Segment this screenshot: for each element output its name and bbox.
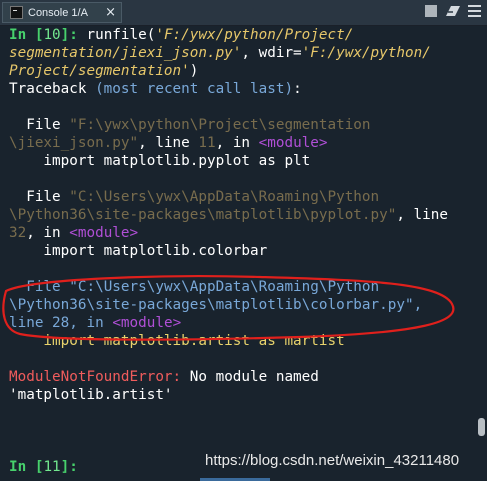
highlighted-line: File "C:\Users\ywx\AppData\Roaming\Pytho… <box>9 279 380 295</box>
console-line: import matplotlib.colorbar <box>9 243 268 259</box>
highlighted-line: import matplotlib.artist as martist <box>9 333 345 349</box>
tab-label: Console 1/A <box>28 6 88 19</box>
stop-icon[interactable] <box>425 5 437 17</box>
close-icon[interactable]: × <box>105 4 116 21</box>
console-line: File "C:\Users\ywx\AppData\Roaming\Pytho… <box>9 189 380 205</box>
console-line: 32, in <module> <box>9 225 139 241</box>
error-line: 'matplotlib.artist' <box>9 387 173 403</box>
scrollbar-thumb[interactable] <box>478 418 485 436</box>
terminal-icon <box>10 6 23 19</box>
tab-console[interactable]: Console 1/A × <box>2 2 122 23</box>
vertical-scrollbar[interactable] <box>476 26 487 481</box>
menu-icon[interactable] <box>468 5 481 17</box>
console-line: segmentation/jiexi_json.py', wdir='F:/yw… <box>9 45 431 61</box>
console-line: Project/segmentation') <box>9 63 199 79</box>
eraser-icon[interactable] <box>446 6 460 16</box>
console-line: File "F:\ywx\python\Project\segmentation <box>9 117 371 133</box>
tab-bar: Console 1/A × <box>0 0 487 26</box>
console-line: import matplotlib.pyplot as plt <box>9 153 311 169</box>
error-line: ModuleNotFoundError: No module named <box>9 369 319 385</box>
console-line: \Python36\site-packages\matplotlib\pyplo… <box>9 207 448 223</box>
console-line: \jiexi_json.py", line 11, in <module> <box>9 135 328 151</box>
console-output[interactable]: In [10]: runfile('F:/ywx/python/Project/… <box>0 26 476 481</box>
watermark: https://blog.csdn.net/weixin_43211480 <box>205 452 460 469</box>
highlighted-line: line 28, in <module> <box>9 315 182 331</box>
highlighted-line: \Python36\site-packages\matplotlib\color… <box>9 297 423 313</box>
traceback-header: Traceback (most recent call last): <box>9 81 302 97</box>
console-line: In [10]: runfile('F:/ywx/python/Project/ <box>9 27 354 43</box>
